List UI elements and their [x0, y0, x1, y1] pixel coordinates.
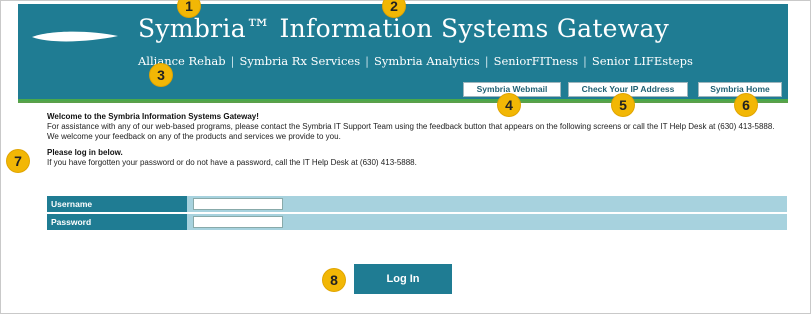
nav-link-symbria-analytics[interactable]: Symbria Analytics: [374, 54, 480, 68]
password-row: Password: [47, 214, 787, 230]
nav-separator: |: [365, 54, 369, 68]
assistance-text: For assistance with any of our web-based…: [47, 122, 775, 141]
password-input[interactable]: [193, 216, 283, 228]
password-label: Password: [47, 214, 187, 230]
callout-marker-4: 4: [498, 94, 520, 116]
welcome-heading: Welcome to the Symbria Information Syste…: [47, 112, 259, 121]
login-form: Username Password: [47, 196, 787, 230]
nav-link-senior-lifesteps[interactable]: Senior LIFEsteps: [592, 54, 693, 68]
welcome-content: Welcome to the Symbria Information Syste…: [47, 112, 787, 168]
swoosh-logo-icon: [32, 31, 118, 42]
callout-marker-6: 6: [735, 94, 757, 116]
nav-link-alliance-rehab[interactable]: Alliance Rehab: [138, 54, 226, 68]
username-row: Username: [47, 196, 787, 212]
nav-separator: |: [582, 54, 587, 68]
forgot-password-text: If you have forgotten your password or d…: [47, 158, 417, 167]
site-title: Symbria™ Information Systems Gateway: [138, 14, 670, 43]
nav-link-symbria-rx-services[interactable]: Symbria Rx Services: [239, 54, 360, 68]
callout-marker-8: 8: [323, 269, 345, 291]
username-input[interactable]: [193, 198, 283, 210]
username-cell: [187, 196, 787, 212]
header-banner: Symbria™ Information Systems Gateway All…: [18, 4, 788, 81]
nav-separator: |: [484, 54, 489, 68]
divider-line: [18, 101, 788, 103]
log-in-button[interactable]: Log In: [354, 264, 452, 294]
password-cell: [187, 214, 787, 230]
callout-marker-3: 3: [150, 64, 172, 86]
callout-marker-5: 5: [612, 94, 634, 116]
nav-separator: |: [230, 54, 235, 68]
callout-marker-7: 7: [7, 150, 29, 172]
header-nav: Alliance Rehab | Symbria Rx Services | Symbr…: [138, 54, 693, 68]
username-label: Username: [47, 196, 187, 212]
nav-link-seniorfitness[interactable]: SeniorFITness: [494, 54, 578, 68]
login-prompt: Please log in below.: [47, 148, 123, 157]
